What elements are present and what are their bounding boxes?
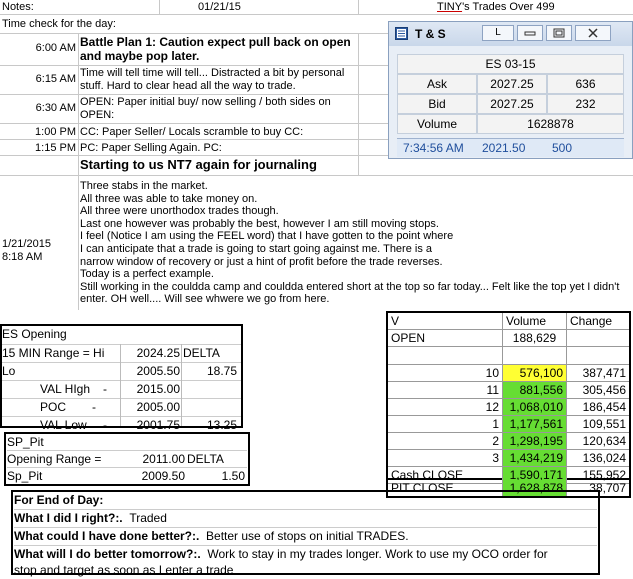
eod-answer-cont: stop and target as soon as I enter a tra… [14, 563, 234, 577]
delta-label: DELTA [183, 346, 220, 360]
ts-bid-label: Bid [397, 94, 477, 114]
schedule-text: Battle Plan 1: Caution expect pull back … [80, 35, 351, 63]
ts-ask-label: Ask [397, 74, 477, 94]
journal-date: 1/21/2015 [2, 238, 51, 250]
sp-range-value: 2011.00 [142, 452, 186, 466]
lo-delta: 18.75 [206, 364, 237, 378]
ts-ask-size: 636 [547, 74, 624, 94]
header-date: 01/21/15 [198, 1, 241, 13]
ts-bid-price: 2027.25 [477, 94, 547, 114]
range-hi: 2024.25 [136, 346, 180, 360]
lo-label: Lo [2, 364, 16, 378]
sp-range-label: Opening Range = [7, 452, 102, 466]
close-icon[interactable] [575, 25, 611, 41]
val-high: 2015.00 [136, 382, 180, 396]
es-opening-table: ES Opening 15 MIN Range = Hi 2024.25 DEL… [2, 326, 241, 434]
eod-answer: Work to stay in my trades longer. Work t… [207, 547, 548, 561]
eod-question: What could I have done better?:. [14, 529, 200, 543]
es-opening-row: VAL HIgh - 2015.00 [2, 380, 241, 398]
journal-line: narrow window of recovery or just a hint… [80, 255, 443, 268]
schedule-text: OPEN: Paper initial buy/ now selling / b… [80, 96, 331, 121]
time-and-sales-window[interactable]: T & S L ES 03-15 Ask 2027.25 636 Bid 202… [388, 21, 633, 159]
journal-line: enter. OH well.... Will see whwere we go… [80, 293, 330, 306]
journal-time: 8:18 AM [2, 251, 43, 263]
es-opening-row: Lo 2005.50 18.75 [2, 362, 241, 380]
tiny-trades-title: TINY's Trades Over 499 [437, 1, 555, 13]
val-high-dash: - [103, 382, 107, 396]
schedule-text: PC: Paper Selling Again. PC: [80, 142, 222, 154]
eod-answer: Better use of stops on initial TRADES. [206, 529, 409, 543]
sp-value: 2009.50 [141, 469, 185, 483]
ts-volume-label: Volume [397, 114, 477, 134]
poc: 2005.00 [136, 400, 180, 414]
ts-app-icon [395, 27, 408, 40]
val-high-label: VAL HIgh [40, 382, 91, 396]
journal-line: Last one however was probably the best, … [80, 217, 439, 230]
ts-tick-price: 2021.50 [482, 141, 526, 155]
ts-ask-price: 2027.25 [477, 74, 547, 94]
minimize-icon[interactable] [517, 25, 543, 41]
journal-line: I can anticipate that a trade is going t… [80, 242, 433, 255]
sp-pit-row: Opening Range = 2011.00 DELTA [7, 450, 247, 467]
sp-pit-table: SP_Pit Opening Range = 2011.00 DELTA Sp_… [7, 434, 247, 484]
journal-heading: Starting to us NT7 again for journaling [80, 157, 317, 172]
sp-pit-row: Sp_Pit 2009.50 1.50 [7, 467, 247, 484]
volume-table-border [386, 311, 631, 498]
eod-title: For End of Day: [14, 492, 597, 510]
lo-value: 2005.50 [136, 364, 180, 378]
eod-question: What I did I right?:. [14, 511, 123, 525]
restore-icon[interactable] [546, 25, 572, 41]
ts-link-button[interactable]: L [482, 25, 514, 41]
poc-label: POC [40, 400, 67, 414]
eod-answer: Traded [129, 511, 167, 525]
eod-row: What I did I right?:. Traded [14, 510, 597, 528]
es-opening-row: 15 MIN Range = Hi 2024.25 DELTA [2, 344, 241, 362]
sp-delta-label: DELTA [187, 452, 224, 466]
journal-line: All three was able to take money on. [80, 192, 258, 205]
journal-line: Still working in the couldda camp and co… [80, 280, 620, 293]
es-opening-row: ES Opening [2, 326, 241, 344]
journal-line: Today is a perfect example. [80, 268, 214, 281]
journal-line: Three stabs in the market. [80, 180, 208, 192]
sp-pit-title: SP_Pit [7, 435, 44, 449]
notes-label: Notes: [2, 1, 34, 13]
ts-symbol: ES 03-15 [397, 54, 624, 74]
ts-tick-row[interactable]: 7:34:56 AM 2021.50 500 [397, 138, 624, 157]
schedule-text: CC: Paper Seller/ Locals scramble to buy… [80, 126, 304, 138]
schedule-time: 1:00 PM [35, 126, 76, 138]
sp-pit-row: SP_Pit [7, 434, 247, 450]
schedule-time: 1:15 PM [35, 142, 76, 154]
schedule-text: Time will tell time will tell... Distrac… [80, 67, 345, 92]
ts-title: T & S [415, 27, 446, 41]
journal-line: I feel (Notice I am using the FEEL word)… [80, 230, 454, 243]
journal-line: All three were unorthodox trades though. [80, 205, 279, 218]
schedule-time: 6:00 AM [35, 42, 76, 54]
ts-bid-size: 232 [547, 94, 624, 114]
ts-volume: 1628878 [477, 114, 624, 134]
eod-row: What could I have done better?:. Better … [14, 528, 597, 546]
ts-tick-time: 7:34:56 AM [403, 141, 464, 155]
end-of-day-content: For End of Day: What I did I right?:. Tr… [14, 492, 597, 578]
range-label: 15 MIN Range = Hi [2, 346, 105, 360]
sp-delta: 1.50 [221, 469, 245, 483]
journal-text: Three stabs in the market. All three was… [80, 180, 633, 306]
poc-dash: - [92, 400, 96, 414]
es-opening-row: POC - 2005.00 [2, 398, 241, 416]
eod-question: What will I do better tomorrow?:. [14, 547, 201, 561]
schedule-time: 6:30 AM [35, 102, 76, 114]
eod-row: What will I do better tomorrow?:. Work t… [14, 546, 597, 562]
es-opening-title: ES Opening [2, 327, 67, 341]
time-check-label: Time check for the day: [2, 18, 116, 30]
ts-tick-size: 500 [552, 141, 573, 155]
schedule-time: 6:15 AM [35, 73, 76, 85]
sp-label: Sp_Pit [7, 469, 43, 483]
